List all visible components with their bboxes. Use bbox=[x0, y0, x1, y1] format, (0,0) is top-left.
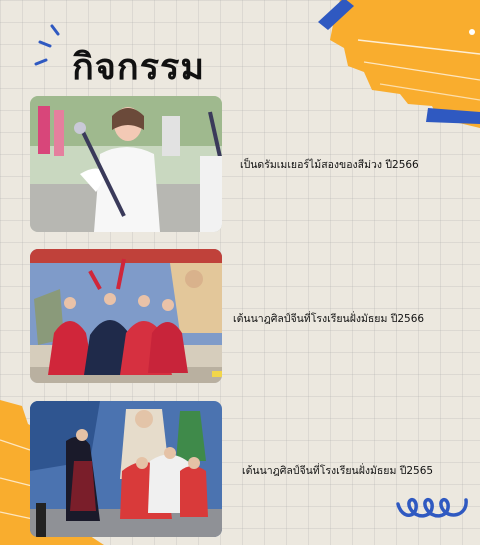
activity-caption: เต้นนาฎศิลป์จีนที่โรงเรียนฝั่งมัธยม ปี25… bbox=[242, 465, 434, 477]
chinese-dance-photo bbox=[30, 249, 222, 383]
drum-major-photo bbox=[30, 96, 222, 232]
activity-item: เต้นนาฎศิลป์จีนที่โรงเรียนฝั่งมัธยม ปี25… bbox=[30, 401, 480, 537]
activity-caption: เต้นนาฎศิลป์จีนที่โรงเรียนฝั่งมัธยม ปี25… bbox=[233, 313, 425, 325]
page-title: กิจกรรม bbox=[72, 47, 206, 88]
activity-item: เป็นดรัมเมเยอร์ไม้สองของสีม่วง ปี2566 bbox=[30, 96, 480, 232]
sparkle-lines-decoration bbox=[34, 24, 60, 66]
activity-caption: เป็นดรัมเมเยอร์ไม้สองของสีม่วง ปี2566 bbox=[240, 159, 419, 171]
chinese-dance-photo bbox=[30, 401, 222, 537]
activity-item: เต้นนาฎศิลป์จีนที่โรงเรียนฝั่งมัธยม ปี25… bbox=[30, 249, 480, 383]
